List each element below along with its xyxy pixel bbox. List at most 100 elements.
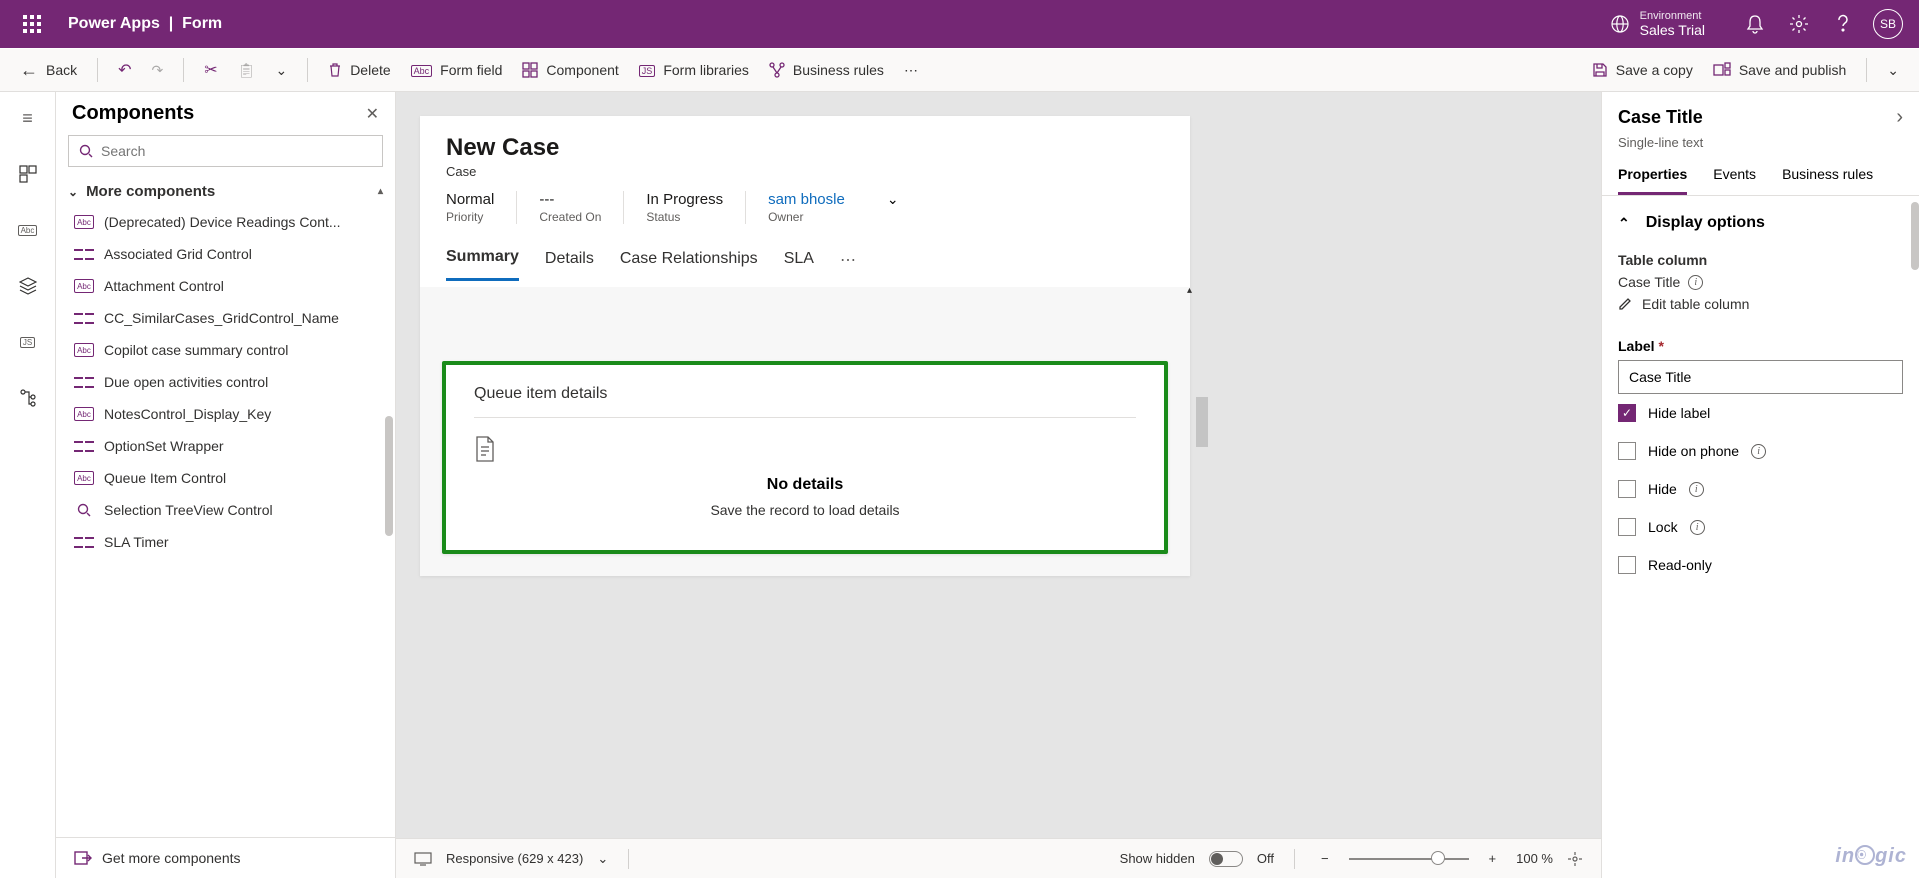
status-bar: Responsive (629 x 423) ⌄ Show hidden Off… xyxy=(396,838,1601,878)
form-field-icon: Abc xyxy=(411,61,433,79)
scrollbar[interactable] xyxy=(1196,397,1208,447)
hide-on-phone-checkbox[interactable]: Hide on phone i xyxy=(1618,432,1903,470)
list-item[interactable]: SLA Timer xyxy=(56,526,395,558)
list-item[interactable]: Abc(Deprecated) Device Readings Cont... xyxy=(56,206,395,238)
list-item[interactable]: Due open activities control xyxy=(56,366,395,398)
edit-table-column-link[interactable]: Edit table column xyxy=(1618,290,1903,312)
user-avatar[interactable]: SB xyxy=(1873,9,1903,39)
list-item[interactable]: OptionSet Wrapper xyxy=(56,430,395,462)
more-components-section[interactable]: ⌄ More components ▴ xyxy=(56,177,395,206)
lock-checkbox[interactable]: Lock i xyxy=(1618,508,1903,546)
arrow-left-icon: ← xyxy=(20,60,38,81)
caret-up-icon[interactable]: ▴ xyxy=(378,186,383,197)
settings-icon[interactable] xyxy=(1777,0,1821,48)
hamburger-icon[interactable]: ≡ xyxy=(12,102,44,134)
chevron-down-icon[interactable]: ⌄ xyxy=(887,191,899,208)
tab-events[interactable]: Events xyxy=(1713,160,1756,195)
list-item[interactable]: Associated Grid Control xyxy=(56,238,395,270)
search-icon xyxy=(79,144,93,158)
properties-panel: Case Title › Single-line text Properties… xyxy=(1601,92,1919,878)
components-panel: Components ✕ ⌄ More components ▴ Abc(Dep… xyxy=(56,92,396,878)
queue-item-details-card[interactable]: Queue item details No details Save the r… xyxy=(442,361,1168,554)
rail-layers-icon[interactable] xyxy=(12,270,44,302)
chevron-down-icon[interactable]: ⌄ xyxy=(597,851,608,867)
hide-checkbox[interactable]: Hide i xyxy=(1618,470,1903,508)
undo-button[interactable]: ↶ xyxy=(108,54,141,86)
label-field-label: Label xyxy=(1618,338,1655,354)
header-field-created-on[interactable]: ---Created On xyxy=(516,191,623,224)
header-field-status[interactable]: In ProgressStatus xyxy=(623,191,745,224)
undo-icon: ↶ xyxy=(118,60,131,80)
component-button[interactable]: Component xyxy=(512,56,628,84)
tab-sla[interactable]: SLA xyxy=(784,240,814,280)
form-libraries-button[interactable]: JS Form libraries xyxy=(629,55,759,85)
chevron-right-icon[interactable]: › xyxy=(1896,106,1903,129)
tab-case-relationships[interactable]: Case Relationships xyxy=(620,240,758,280)
save-publish-chevron[interactable]: ⌄ xyxy=(1877,56,1909,85)
fit-icon[interactable] xyxy=(1567,851,1583,867)
paste-button[interactable]: 📋︎ xyxy=(228,56,266,85)
tab-properties[interactable]: Properties xyxy=(1618,160,1687,195)
zoom-in-button[interactable]: + xyxy=(1483,851,1503,866)
paste-chevron[interactable]: ⌄ xyxy=(265,56,297,85)
toggle-state: Off xyxy=(1257,851,1274,866)
read-only-checkbox[interactable]: Read-only xyxy=(1618,546,1903,584)
info-icon[interactable]: i xyxy=(1751,444,1766,459)
tab-business-rules[interactable]: Business rules xyxy=(1782,160,1873,195)
form-body: ▴ Queue item details No details Save the… xyxy=(420,287,1190,576)
more-tabs-icon[interactable]: ⋯ xyxy=(840,250,858,270)
help-icon[interactable] xyxy=(1821,0,1865,48)
delete-button[interactable]: Delete xyxy=(318,56,400,84)
header-field-priority[interactable]: NormalPriority xyxy=(446,191,516,224)
hide-label-checkbox[interactable]: ✓ Hide label xyxy=(1618,394,1903,432)
ellipsis-icon: ⋯ xyxy=(904,62,918,79)
rail-abc-icon[interactable]: Abc xyxy=(12,214,44,246)
business-rules-button[interactable]: Business rules xyxy=(759,56,894,84)
delete-icon xyxy=(328,62,342,78)
environment-picker[interactable]: Environment Sales Trial xyxy=(1610,10,1705,39)
header-field-owner[interactable]: sam bhosleOwner ⌄ xyxy=(745,191,920,224)
label-input[interactable] xyxy=(1618,360,1903,394)
info-icon[interactable]: i xyxy=(1689,482,1704,497)
list-item[interactable]: AbcCopilot case summary control xyxy=(56,334,395,366)
scrollbar[interactable] xyxy=(385,416,393,536)
tab-details[interactable]: Details xyxy=(545,240,594,280)
display-options-section[interactable]: ⌃ Display options xyxy=(1618,204,1903,242)
list-item[interactable]: AbcAttachment Control xyxy=(56,270,395,302)
info-icon[interactable]: i xyxy=(1688,275,1703,290)
back-button[interactable]: ← Back xyxy=(10,54,87,87)
show-hidden-label: Show hidden xyxy=(1120,851,1195,866)
save-publish-button[interactable]: Save and publish xyxy=(1703,56,1856,84)
watermark: in⦿gic xyxy=(1835,845,1907,868)
viewport-label[interactable]: Responsive (629 x 423) xyxy=(446,851,583,866)
rail-js-icon[interactable]: JS xyxy=(12,326,44,358)
scroll-up-icon[interactable]: ▴ xyxy=(1187,285,1192,296)
rail-tree-icon[interactable] xyxy=(12,382,44,414)
scrollbar[interactable] xyxy=(1911,202,1919,270)
zoom-out-button[interactable]: − xyxy=(1315,851,1335,866)
close-icon[interactable]: ✕ xyxy=(366,104,379,124)
search-input[interactable] xyxy=(68,135,383,167)
cut-button[interactable]: ✂ xyxy=(194,54,227,86)
checkbox-icon xyxy=(1618,442,1636,460)
form-field-button[interactable]: Abc Form field xyxy=(401,55,513,85)
get-more-components-button[interactable]: Get more components xyxy=(56,837,395,878)
save-copy-button[interactable]: Save a copy xyxy=(1582,56,1703,84)
rail-components-icon[interactable] xyxy=(12,158,44,190)
paste-icon: 📋︎ xyxy=(238,62,256,79)
list-item[interactable]: CC_SimilarCases_GridControl_Name xyxy=(56,302,395,334)
form-tabs: Summary Details Case Relationships SLA ⋯ xyxy=(420,238,1190,281)
tab-summary[interactable]: Summary xyxy=(446,238,519,281)
list-item[interactable]: AbcQueue Item Control xyxy=(56,462,395,494)
app-launcher-icon[interactable] xyxy=(8,0,56,48)
info-icon[interactable]: i xyxy=(1690,520,1705,535)
redo-button[interactable]: ↷ xyxy=(142,56,174,85)
list-item[interactable]: AbcNotesControl_Display_Key xyxy=(56,398,395,430)
zoom-slider[interactable] xyxy=(1349,858,1469,860)
show-hidden-toggle[interactable] xyxy=(1209,851,1243,867)
notifications-icon[interactable] xyxy=(1733,0,1777,48)
checkbox-icon: ✓ xyxy=(1618,404,1636,422)
more-commands-button[interactable]: ⋯ xyxy=(894,56,928,85)
components-title: Components xyxy=(72,102,194,125)
list-item[interactable]: Selection TreeView Control xyxy=(56,494,395,526)
